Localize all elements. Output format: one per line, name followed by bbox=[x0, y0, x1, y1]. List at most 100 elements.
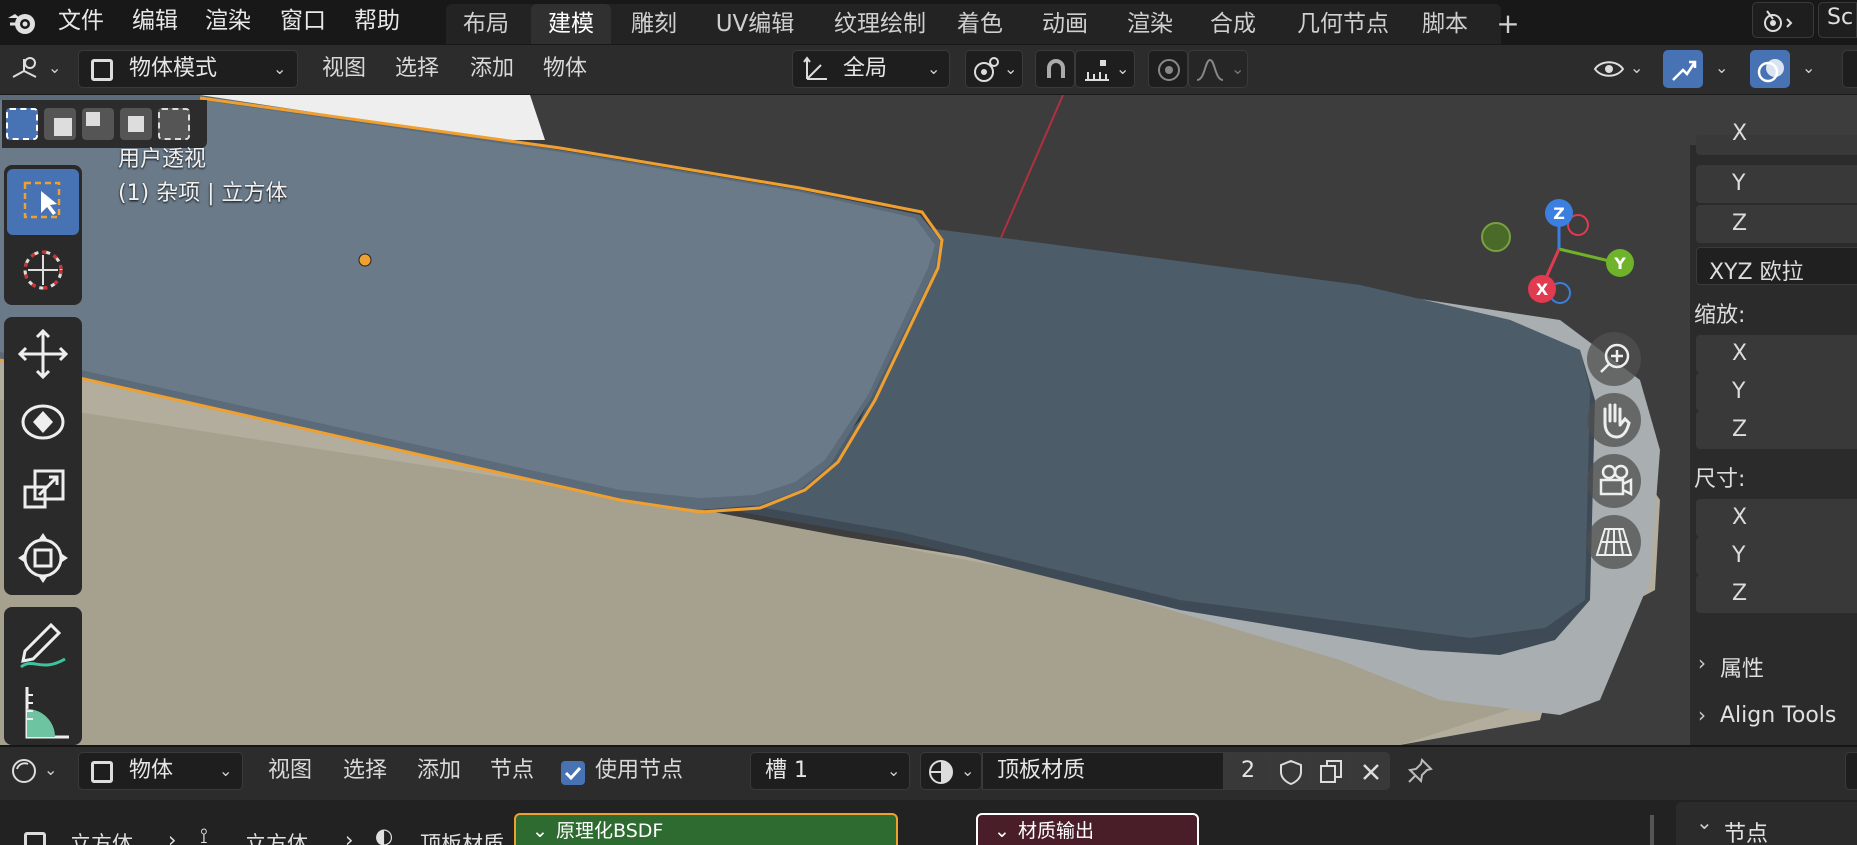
menu-add[interactable]: 添加 bbox=[470, 50, 514, 88]
dimension-field-z[interactable]: Z bbox=[1696, 575, 1857, 613]
node-menu-select[interactable]: 选择 bbox=[343, 752, 387, 790]
rotation-field-z[interactable]: Z bbox=[1696, 205, 1857, 243]
use-nodes-label[interactable]: 使用节点 bbox=[595, 752, 683, 790]
proportional-edit-toggle[interactable] bbox=[1148, 50, 1188, 88]
cursor-tool[interactable] bbox=[7, 237, 79, 303]
material-slot-selector[interactable]: 槽 1 ⌄ bbox=[750, 752, 910, 790]
scale-field-y[interactable]: Y bbox=[1696, 373, 1857, 411]
fake-user-button[interactable] bbox=[1270, 752, 1310, 790]
zoom-button[interactable] bbox=[1587, 332, 1641, 386]
select-subtract-icon[interactable] bbox=[82, 108, 114, 140]
principled-bsdf-node[interactable]: ⌄ 原理化BSDF bbox=[514, 813, 898, 845]
xray-toggle[interactable] bbox=[1842, 50, 1857, 88]
chevron-down-icon: ⌄ bbox=[887, 761, 901, 780]
3d-viewport[interactable]: 用户透视 (1) 杂项 | 立方体 Z Y X bbox=[0, 95, 1857, 745]
editor-type-selector[interactable]: ⌄ bbox=[4, 752, 66, 790]
properties-panel-header[interactable]: › 属性 bbox=[1690, 645, 1857, 685]
menu-edit[interactable]: 编辑 bbox=[132, 4, 178, 38]
scale-field-x[interactable]: X bbox=[1696, 335, 1857, 373]
select-extend-icon[interactable] bbox=[44, 108, 76, 140]
tab-shading[interactable]: 着色 bbox=[940, 4, 1020, 44]
orientation-label: 全局 bbox=[843, 56, 888, 81]
visibility-selector[interactable]: ⌄ bbox=[1588, 50, 1648, 88]
rotation-mode-selector[interactable]: XYZ 欧拉 bbox=[1696, 247, 1857, 285]
properties-label: 属性 bbox=[1720, 657, 1765, 682]
tab-scripting[interactable]: 脚本 bbox=[1405, 4, 1485, 44]
falloff-selector[interactable]: ⌄ bbox=[1188, 50, 1248, 88]
editor-type-selector[interactable]: ⌄ bbox=[4, 50, 68, 88]
rotate-tool[interactable] bbox=[7, 389, 79, 455]
material-output-node[interactable]: ⌄ 材质输出 bbox=[976, 813, 1199, 845]
node-editor-canvas[interactable]: 立方体 › ⟟ 立方体 › ◐ 顶板材质 bbox=[0, 800, 1857, 845]
menu-view[interactable]: 视图 bbox=[322, 50, 366, 88]
node-menu-view[interactable]: 视图 bbox=[268, 752, 312, 790]
menu-file[interactable]: 文件 bbox=[58, 4, 104, 38]
use-nodes-checkbox[interactable] bbox=[561, 761, 585, 785]
add-workspace-icon[interactable]: + bbox=[1490, 4, 1526, 44]
scene-name-field[interactable]: Sc bbox=[1818, 2, 1857, 38]
pivot-icon bbox=[974, 57, 999, 82]
gizmo-toggle[interactable] bbox=[1663, 50, 1703, 88]
pan-button[interactable] bbox=[1587, 393, 1641, 447]
tab-layout[interactable]: 布局 bbox=[446, 4, 526, 44]
duplicate-material-button[interactable] bbox=[1310, 752, 1350, 790]
scale-tool[interactable] bbox=[7, 457, 79, 523]
pivot-point-selector[interactable]: ⌄ bbox=[965, 50, 1023, 88]
menu-render[interactable]: 渲染 bbox=[205, 4, 251, 38]
select-invert-icon[interactable] bbox=[120, 108, 152, 140]
transform-orientation-selector[interactable]: 全局 ⌄ bbox=[792, 50, 950, 88]
blender-logo-icon[interactable] bbox=[6, 6, 38, 38]
tab-geometry-nodes[interactable]: 几何节点 bbox=[1283, 4, 1403, 44]
align-tools-panel-header[interactable]: › Align Tools bbox=[1690, 697, 1857, 737]
gizmo-options[interactable]: ⌄ bbox=[1703, 50, 1739, 88]
node-menu-node[interactable]: 节点 bbox=[490, 752, 534, 790]
measure-tool[interactable] bbox=[7, 679, 79, 745]
tab-compositing[interactable]: 合成 bbox=[1193, 4, 1273, 44]
select-intersect-icon[interactable] bbox=[158, 108, 190, 140]
dimension-y-label: Y bbox=[1732, 543, 1746, 568]
transform-tool[interactable] bbox=[7, 525, 79, 591]
menu-window[interactable]: 窗口 bbox=[280, 4, 326, 38]
object-info-label: (1) 杂项 | 立方体 bbox=[118, 181, 288, 206]
slot-label: 槽 1 bbox=[765, 758, 808, 783]
material-browse-button[interactable]: ⌄ bbox=[920, 752, 982, 790]
rotation-field-w[interactable]: X bbox=[1696, 121, 1857, 155]
rotation-field-y[interactable]: Y bbox=[1696, 165, 1857, 203]
annotate-tool[interactable] bbox=[7, 611, 79, 677]
dimension-field-x[interactable]: X bbox=[1696, 499, 1857, 537]
material-name-field[interactable]: 顶板材质 bbox=[982, 752, 1224, 790]
unlink-material-button[interactable] bbox=[1350, 752, 1390, 790]
scene-selector[interactable] bbox=[1752, 2, 1814, 38]
camera-view-button[interactable] bbox=[1587, 454, 1641, 508]
node-menu-add[interactable]: 添加 bbox=[417, 752, 461, 790]
dimension-field-y[interactable]: Y bbox=[1696, 537, 1857, 575]
tab-sculpting[interactable]: 雕刻 bbox=[614, 4, 694, 44]
tab-animation[interactable]: 动画 bbox=[1025, 4, 1105, 44]
overlay-options[interactable]: ⌄ bbox=[1790, 50, 1826, 88]
shader-type-selector[interactable]: 物体 ⌄ bbox=[78, 752, 243, 790]
select-box-tool[interactable] bbox=[7, 169, 79, 235]
tab-modeling[interactable]: 建模 bbox=[531, 4, 611, 44]
menu-object[interactable]: 物体 bbox=[543, 50, 587, 88]
overlay-toggle[interactable] bbox=[1750, 50, 1790, 88]
snap-target-selector[interactable]: ⌄ bbox=[1075, 50, 1135, 88]
move-tool[interactable] bbox=[7, 321, 79, 387]
node-panel-label[interactable]: 节点 bbox=[1724, 816, 1768, 845]
tab-uv-editing[interactable]: UV编辑 bbox=[700, 4, 810, 44]
navigation-gizmo[interactable]: Z Y X bbox=[1470, 183, 1650, 323]
tab-texture-paint[interactable]: 纹理绘制 bbox=[820, 4, 940, 44]
tab-rendering[interactable]: 渲染 bbox=[1110, 4, 1190, 44]
chevron-down-icon: ⌄ bbox=[532, 820, 548, 842]
mode-selector[interactable]: 物体模式 ⌄ bbox=[78, 50, 298, 88]
pin-button[interactable] bbox=[1400, 752, 1440, 790]
menu-help[interactable]: 帮助 bbox=[354, 4, 400, 38]
material-user-count[interactable]: 2 bbox=[1224, 752, 1270, 790]
chevron-down-icon: ⌄ bbox=[1696, 810, 1713, 834]
node-scrollbar[interactable] bbox=[1650, 815, 1654, 845]
menu-select[interactable]: 选择 bbox=[395, 50, 439, 88]
perspective-toggle-button[interactable] bbox=[1587, 515, 1641, 569]
node-extra-button[interactable] bbox=[1845, 752, 1857, 790]
scale-field-z[interactable]: Z bbox=[1696, 411, 1857, 449]
snap-toggle[interactable] bbox=[1035, 50, 1075, 88]
select-new-icon[interactable] bbox=[6, 108, 38, 140]
